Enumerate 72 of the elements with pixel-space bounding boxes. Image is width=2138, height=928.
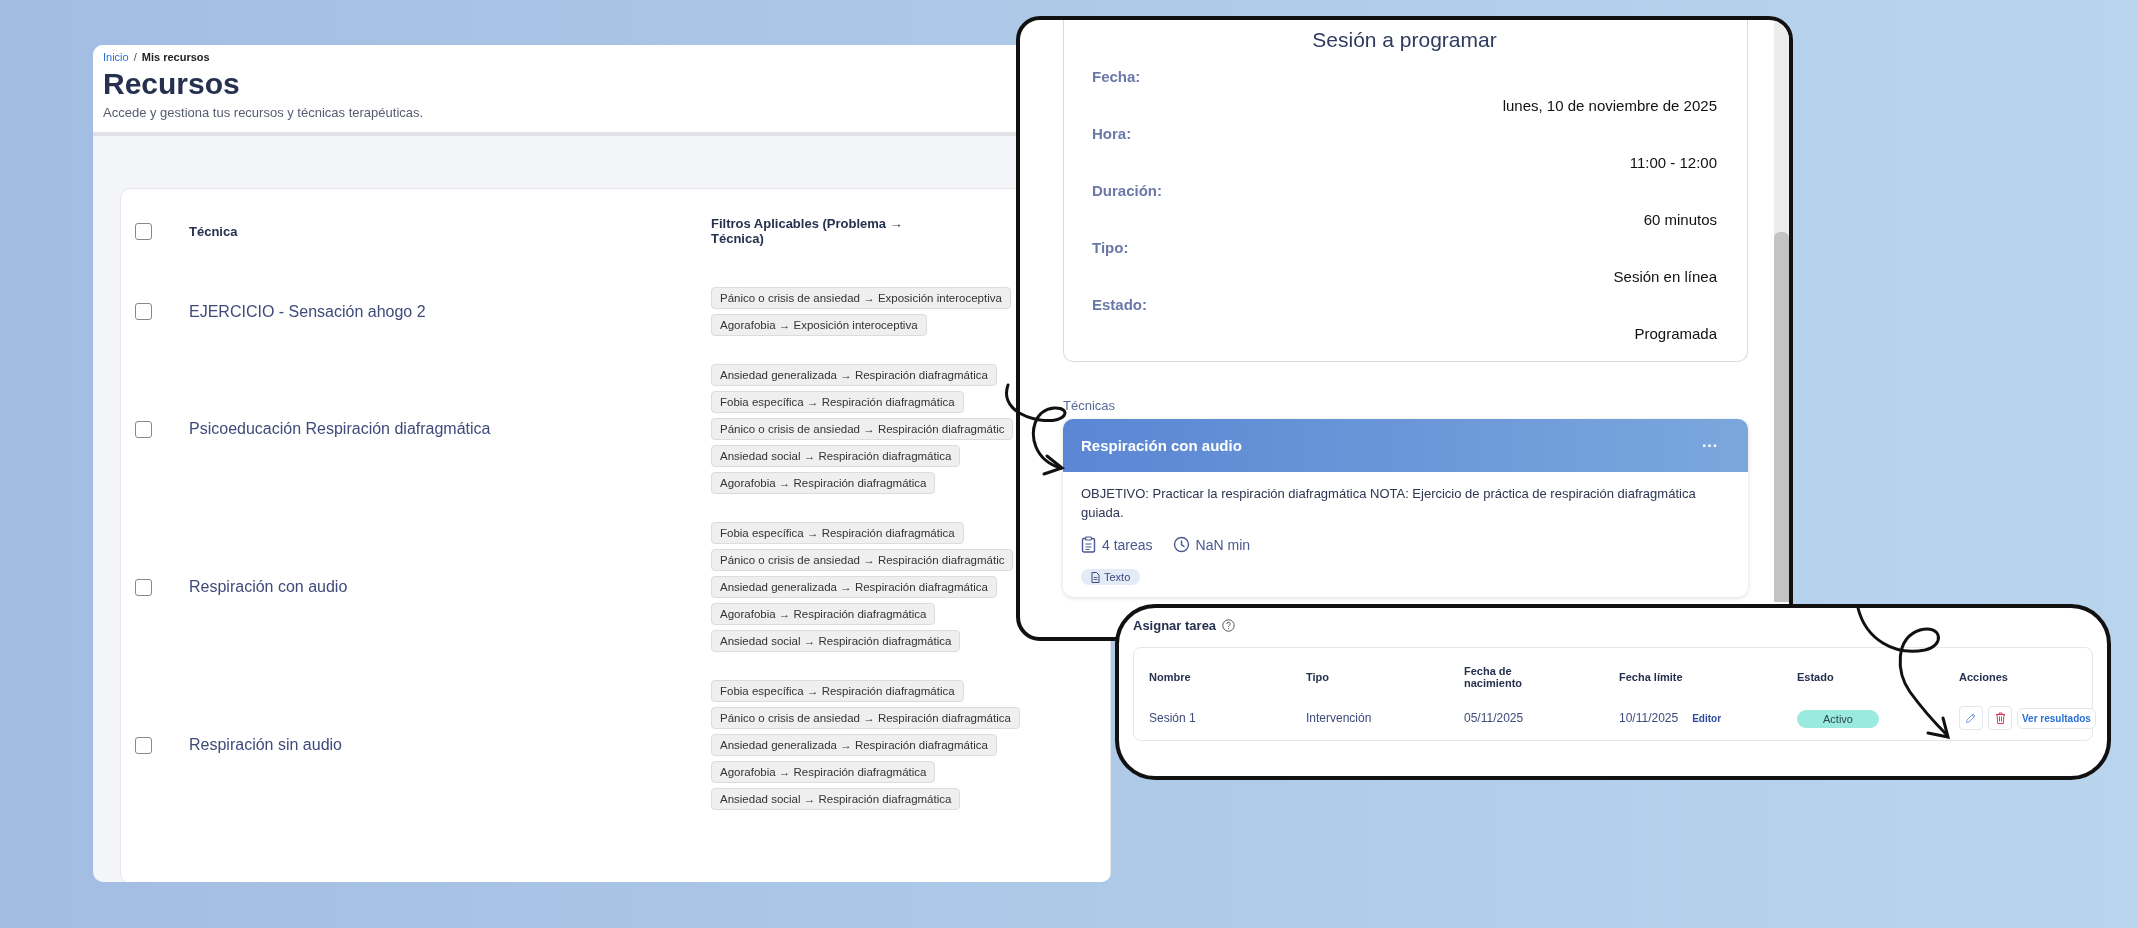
document-icon [1091, 571, 1100, 583]
duration: NaN min [1195, 536, 1251, 553]
filter-tag: Agorafobia → Respiración diafragmática [711, 603, 936, 625]
technique-name[interactable]: Respiración con audio [189, 578, 711, 596]
filter-tag: Ansiedad social → Respiración diafragmática [711, 630, 961, 652]
field-value: Sesión en línea [1612, 268, 1717, 285]
checkbox[interactable] [135, 222, 152, 240]
delete-button[interactable] [1988, 706, 2012, 730]
field-value: 60 minutos [1642, 211, 1717, 228]
table-cell-text: Intervención [1306, 711, 1373, 725]
column-header: Fecha de nacimiento [1464, 664, 1524, 691]
field-label: Fecha: [1092, 68, 1142, 85]
task-count: 4 tareas [1102, 536, 1153, 553]
help-icon[interactable] [1222, 619, 1236, 632]
field-label: Duración: [1092, 182, 1163, 199]
technique-name[interactable]: Psicoeducación Respiración diafragmática [189, 420, 711, 438]
checkbox[interactable] [135, 736, 152, 754]
pencil-icon [1965, 712, 1977, 724]
column-header: Filtros Aplicables (Problema → Técnica) [711, 216, 904, 246]
field-value: Programada [1633, 325, 1717, 342]
checkbox[interactable] [135, 303, 152, 320]
column-header: Tipo [1306, 670, 1330, 685]
field-label: Tipo: [1092, 239, 1130, 256]
column-header: Estado [1797, 670, 1835, 685]
breadcrumb-current: Mis recursos [141, 51, 210, 63]
filter-tag: Ansiedad generalizada → Respiración diafragmática [711, 734, 997, 756]
filter-tag: Agorafobia → Respiración diafragmática [711, 472, 936, 494]
filter-tag: Pánico o crisis de ansiedad → Respiración diafragmátic [711, 549, 1014, 571]
filter-tag: Pánico o crisis de ansiedad → Respiración diafragmática [711, 707, 1020, 729]
column-header: Fecha límite [1619, 670, 1684, 685]
breadcrumb-separator: / [133, 51, 137, 63]
filter-tag: Agorafobia → Respiración diafragmática [711, 761, 936, 783]
table-cell-text: Sesión 1 [1149, 711, 1197, 725]
column-header: Nombre [1149, 670, 1192, 685]
view-results-button[interactable]: Ver resultados [2017, 707, 2096, 729]
section-label: Técnicas [1063, 398, 1117, 413]
filter-tag: Fobia específica → Respiración diafragmática [711, 391, 964, 413]
clock-icon [1172, 536, 1190, 553]
column-header: Técnica [189, 223, 239, 239]
breadcrumb-link[interactable]: Inicio [103, 51, 129, 63]
session-title: Sesión a programar [1311, 27, 1498, 52]
checkbox[interactable] [135, 420, 152, 438]
trash-icon [1994, 712, 2006, 724]
field-label: Estado: [1092, 296, 1148, 313]
filter-tag: Ansiedad social → Respiración diafragmática [711, 788, 961, 810]
technique-name[interactable]: Respiración sin audio [189, 736, 711, 754]
technique-title: Respiración con audio [1081, 437, 1242, 454]
section-title: Asignar tarea [1133, 618, 1217, 633]
status-badge: Activo [1797, 709, 1879, 728]
checkbox[interactable] [135, 578, 152, 596]
filter-tag: Agorafobia → Exposición interoceptiva [711, 314, 927, 336]
technique-description: OBJETIVO: Practicar la respiración diafragmática NOTA: Ejercicio de práctica de respiración diafragmática guiada. [1081, 485, 1697, 522]
field-value: lunes, 10 de noviembre de 2025 [1501, 97, 1717, 114]
edit-button[interactable] [1959, 706, 1983, 730]
type-tag: Texto [1081, 569, 1141, 585]
table-cell: 10/11/2025 [1619, 711, 1679, 725]
filter-tag: Fobia específica → Respiración diafragmática [711, 522, 964, 544]
filter-tag: Ansiedad social → Respiración diafragmática [711, 445, 961, 467]
page-subtitle: Accede y gestiona tus recursos y técnicas terapéuticas. [103, 105, 425, 120]
field-label: Hora: [1092, 125, 1133, 142]
table-cell-text: 05/11/2025 [1464, 711, 1525, 725]
author-label: Editor [1692, 712, 1722, 724]
clipboard-icon [1081, 536, 1096, 553]
filter-tag: Pánico o crisis de ansiedad → Respiración diafragmátic [711, 418, 1014, 440]
scrollbar[interactable] [1774, 20, 1789, 602]
filter-tag: Fobia específica → Respiración diafragmática [711, 680, 964, 702]
column-header: Acciones [1959, 670, 2009, 685]
technique-name[interactable]: EJERCICIO - Sensación ahogo 2 [189, 302, 711, 321]
filter-tag: Pánico o crisis de ansiedad → Exposición interoceptiva [711, 287, 1011, 309]
filter-tag: Ansiedad generalizada → Respiración diafragmática [711, 364, 997, 386]
field-value: 11:00 - 12:00 [1628, 154, 1717, 171]
filter-tag: Ansiedad generalizada → Respiración diafragmática [711, 576, 997, 598]
